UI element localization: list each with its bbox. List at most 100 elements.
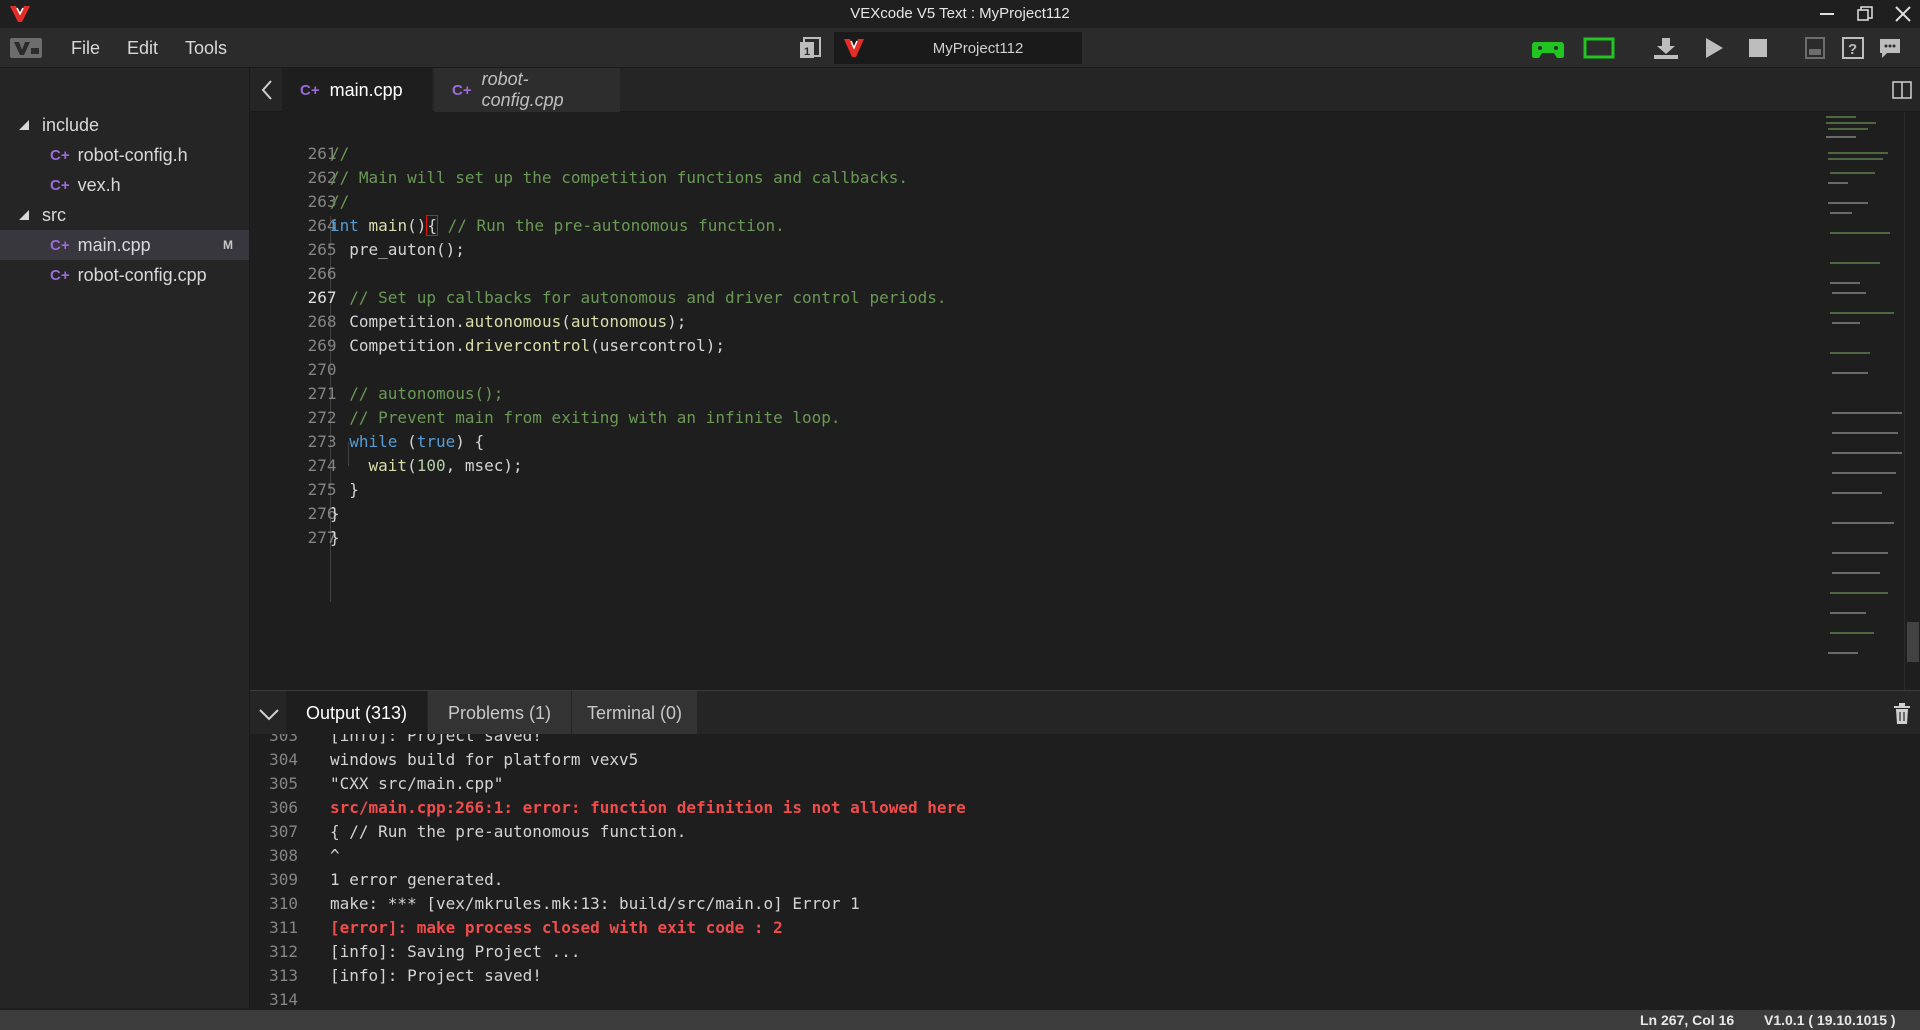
code-line: 276} (307, 504, 340, 523)
code-line: 267 // Set up callbacks for autonomous a… (307, 288, 947, 307)
clear-output-button[interactable] (1892, 703, 1912, 725)
slot-button[interactable]: 1 (796, 34, 824, 62)
output-line: 314 (269, 990, 298, 1009)
modified-badge: M (223, 238, 233, 252)
title-bar: VEXcode V5 Text : MyProject112 (0, 0, 1920, 28)
code-line: 265 pre_auton(); (307, 240, 465, 259)
menu-bar: File Edit Tools 1 MyProject112 ? (0, 28, 1920, 68)
output-line: 310 make: *** [vex/mkrules.mk:13: build/s… (269, 894, 860, 913)
tab-label: robot-config.cpp (481, 69, 564, 110)
code-line: 261// (307, 144, 350, 163)
play-icon (1706, 38, 1723, 58)
output-line: 312 [info]: Saving Project ... (269, 942, 581, 961)
run-button[interactable] (1700, 34, 1728, 62)
expanded-triangle-icon (19, 210, 29, 220)
help-button[interactable]: ? (1839, 34, 1867, 62)
tab-robot-config-cpp[interactable]: C+ robot-config.cpp (434, 68, 620, 112)
minimize-icon (1820, 13, 1834, 15)
code-line: 268 Competition.autonomous(autonomous); (250, 286, 1820, 331)
tab-problems[interactable]: Problems (1) (428, 691, 572, 735)
split-editor-button[interactable] (1892, 80, 1912, 100)
file-label: robot-config.cpp (77, 264, 207, 285)
output-line: 304 windows build for platform vexv5 (269, 750, 639, 769)
output-line: 308 ^ (269, 846, 340, 865)
slot-icon: 1 (800, 37, 821, 58)
code-line: 273 while (true) { (250, 406, 1820, 451)
split-editor-icon (1892, 81, 1912, 99)
status-bar: Ln 267, Col 16 V1.0.1 ( 19.10.1015 ) (0, 1010, 1920, 1030)
folder-label: src (42, 204, 66, 225)
file-main-cpp[interactable]: C+ main.cpp M (0, 230, 249, 260)
expanded-triangle-icon (19, 120, 29, 130)
svg-text:?: ? (1848, 41, 1857, 58)
brain-status[interactable] (1582, 34, 1616, 62)
stop-icon (1749, 39, 1767, 57)
editor-tabs: C+ main.cpp C+ robot-config.cpp (250, 68, 1920, 112)
output-line: 313 [info]: Project saved! (269, 966, 542, 985)
code-line: 269 Competition.drivercontrol(usercontro… (250, 310, 1820, 355)
code-line: 270 (307, 360, 337, 379)
cpp-file-icon: C+ (50, 146, 70, 164)
download-button[interactable] (1652, 34, 1680, 62)
vex-menu-logo-icon[interactable] (10, 36, 42, 60)
chevron-down-icon (259, 709, 279, 721)
tab-label: main.cpp (329, 79, 403, 100)
close-button[interactable] (1880, 0, 1920, 28)
output-line: 305 "CXX src/main.cpp" (269, 774, 504, 793)
collapse-panel-button[interactable] (258, 703, 280, 725)
brain-icon (1583, 37, 1615, 59)
output-line: 303 [info]: Project saved! (269, 734, 542, 745)
output-error-line: 306 src/main.cpp:266:1: error: function d… (269, 798, 966, 817)
device-info-button[interactable] (1801, 34, 1829, 62)
window-title: VEXcode V5 Text : MyProject112 (850, 5, 1070, 22)
cpp-file-icon: C+ (50, 266, 70, 284)
file-vex-h[interactable]: C+ vex.h (0, 170, 249, 200)
menu-edit[interactable]: Edit (127, 38, 158, 59)
code-line: 277} (307, 528, 340, 547)
controller-icon (1532, 42, 1564, 58)
file-robot-config-cpp[interactable]: C+ robot-config.cpp (0, 260, 249, 290)
collapse-sidebar-button[interactable] (256, 78, 280, 102)
code-line: 266 (307, 264, 337, 283)
code-line: 264 int main(){ // Run the pre-autonomous… (250, 190, 1820, 236)
folder-label: include (42, 114, 100, 135)
close-icon (1895, 6, 1911, 22)
output-line: 309 1 error generated. (269, 870, 504, 889)
file-label: main.cpp (77, 234, 151, 255)
feedback-button[interactable] (1876, 34, 1904, 62)
panel-header: Output (313) Problems (1) Terminal (0) (250, 690, 1920, 735)
folder-include[interactable]: include (0, 110, 249, 140)
file-label: vex.h (77, 174, 121, 195)
menu-tools[interactable]: Tools (185, 38, 227, 59)
folder-src[interactable]: src (0, 200, 249, 230)
cpp-file-icon: C+ (50, 236, 70, 254)
editor-scrollbar[interactable] (1904, 112, 1920, 690)
cpp-file-icon: C+ (50, 176, 70, 194)
tab-main-cpp[interactable]: C+ main.cpp (282, 68, 432, 112)
download-icon (1654, 38, 1678, 59)
menu-file[interactable]: File (71, 38, 100, 59)
project-name-box[interactable]: MyProject112 (834, 32, 1082, 64)
minimap[interactable] (1818, 112, 1904, 682)
code-line: 271 // autonomous(); (307, 384, 504, 403)
cpp-file-icon: C+ (452, 81, 472, 99)
file-explorer: include C+ robot-config.h C+ vex.h src C… (0, 68, 250, 1008)
controller-status[interactable] (1530, 34, 1566, 62)
stop-button[interactable] (1744, 34, 1772, 62)
code-editor[interactable]: 261// 262// Main will set up the competi… (250, 112, 1920, 690)
version-label: V1.0.1 ( 19.10.1015 ) (1764, 1012, 1896, 1028)
file-label: robot-config.h (77, 144, 188, 165)
scrollbar-thumb[interactable] (1907, 622, 1919, 662)
output-log[interactable]: 303 [info]: Project saved! 304 windows bui… (250, 734, 1920, 1010)
output-line: 307{ // Run the pre-autonomous function. (269, 822, 687, 841)
file-robot-config-h[interactable]: C+ robot-config.h (0, 140, 249, 170)
tab-output[interactable]: Output (313) (286, 691, 428, 735)
tab-terminal[interactable]: Terminal (0) (572, 691, 698, 735)
project-name: MyProject112 (932, 40, 1024, 57)
cursor-position[interactable]: Ln 267, Col 16 (1640, 1012, 1734, 1028)
code-line: 263// (307, 192, 350, 211)
code-line: 274 wait(100, msec); (250, 430, 1820, 475)
chevron-left-icon (261, 80, 272, 100)
code-line: 262// Main will set up the competition f… (307, 168, 908, 187)
svg-text:1: 1 (804, 46, 810, 58)
